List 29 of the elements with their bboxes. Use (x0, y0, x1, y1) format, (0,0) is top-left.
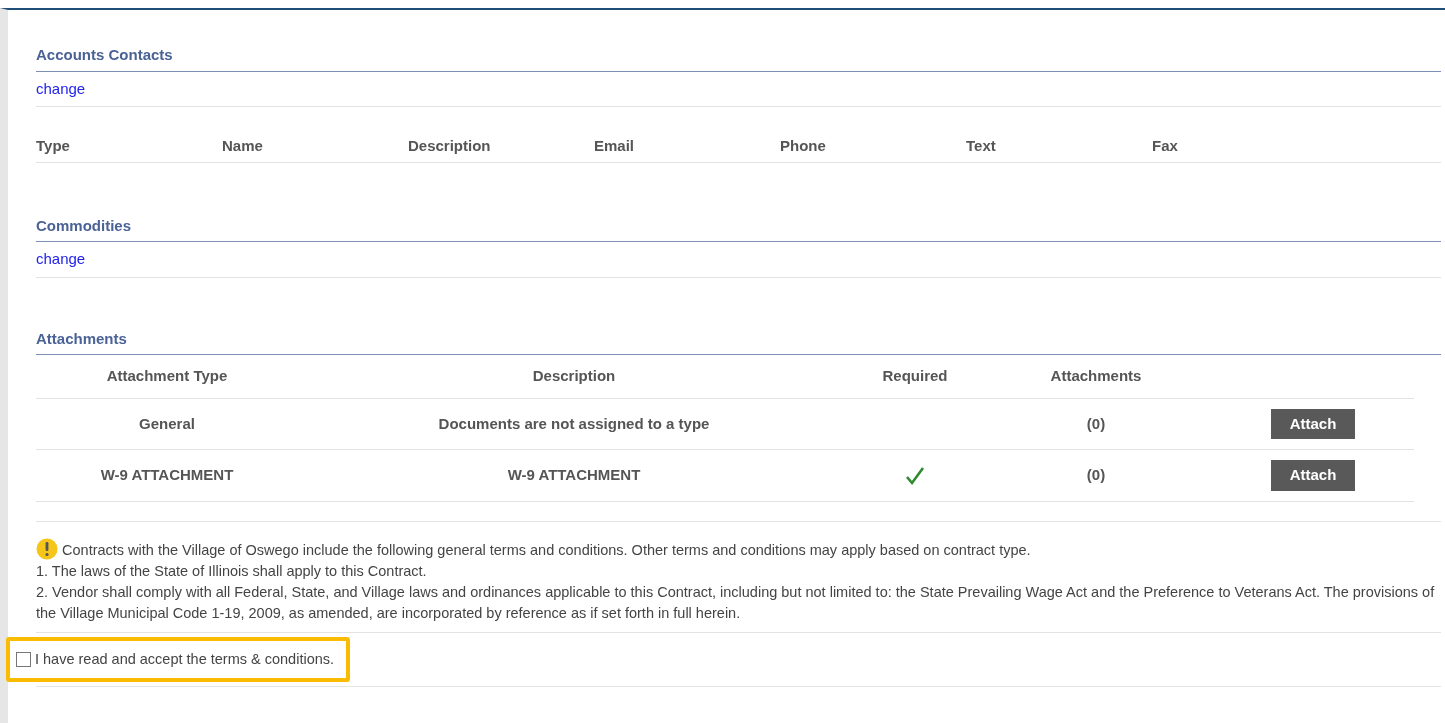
terms-paragraph: 1. The laws of the State of Illinois shall apply to this Contract. (36, 561, 428, 581)
change-link[interactable]: change (36, 77, 86, 100)
column-header: Name (222, 136, 264, 156)
column-header: Phone (780, 136, 827, 156)
column-header: Type (36, 136, 71, 156)
change-link[interactable]: change (36, 248, 86, 271)
section-title: Commodities (36, 214, 1441, 242)
column-header: Attachments (1050, 367, 1142, 384)
table-cell: W-9 ATTACHMENT (507, 466, 641, 483)
accept-checkbox[interactable]: I have read and accept the terms & conditions. (16, 648, 335, 670)
table-cell: General (139, 414, 195, 432)
section-title: Attachments (36, 327, 1441, 355)
column-header: Text (966, 136, 997, 156)
column-header: Attachment Type (106, 367, 228, 384)
column-header: Description (532, 367, 616, 384)
terms-intro: Contracts with the Village of Oswego include the following general terms and conditions. Other terms and conditions may apply based on contract type. (62, 541, 1031, 558)
warning-icon (36, 537, 58, 560)
attach-button[interactable]: Attach (1270, 460, 1356, 491)
column-header: Fax (1152, 136, 1179, 156)
table-cell: (0) (1086, 466, 1106, 483)
section-title: Accounts Contacts (36, 44, 1441, 72)
terms-paragraph: 2. Vendor shall comply with all Federal, State, and Village laws and ordinances applicable to this Contract, including but not limited to: the State Prevailing Wage Act and the Preference to Veterans Act. The provisions of the Village Municipal Code 1-19, 2009, as amended, are incorporated by reference as if set forth in full herein. (36, 582, 1436, 623)
column-header: Required (882, 367, 948, 384)
table-cell: Documents are not assigned to a type (438, 414, 710, 432)
table-cell: (0) (1086, 414, 1106, 432)
column-header: Description (408, 136, 492, 156)
column-header: Email (594, 136, 636, 156)
table-cell: W-9 ATTACHMENT (100, 466, 234, 483)
attach-button[interactable]: Attach (1270, 408, 1356, 439)
